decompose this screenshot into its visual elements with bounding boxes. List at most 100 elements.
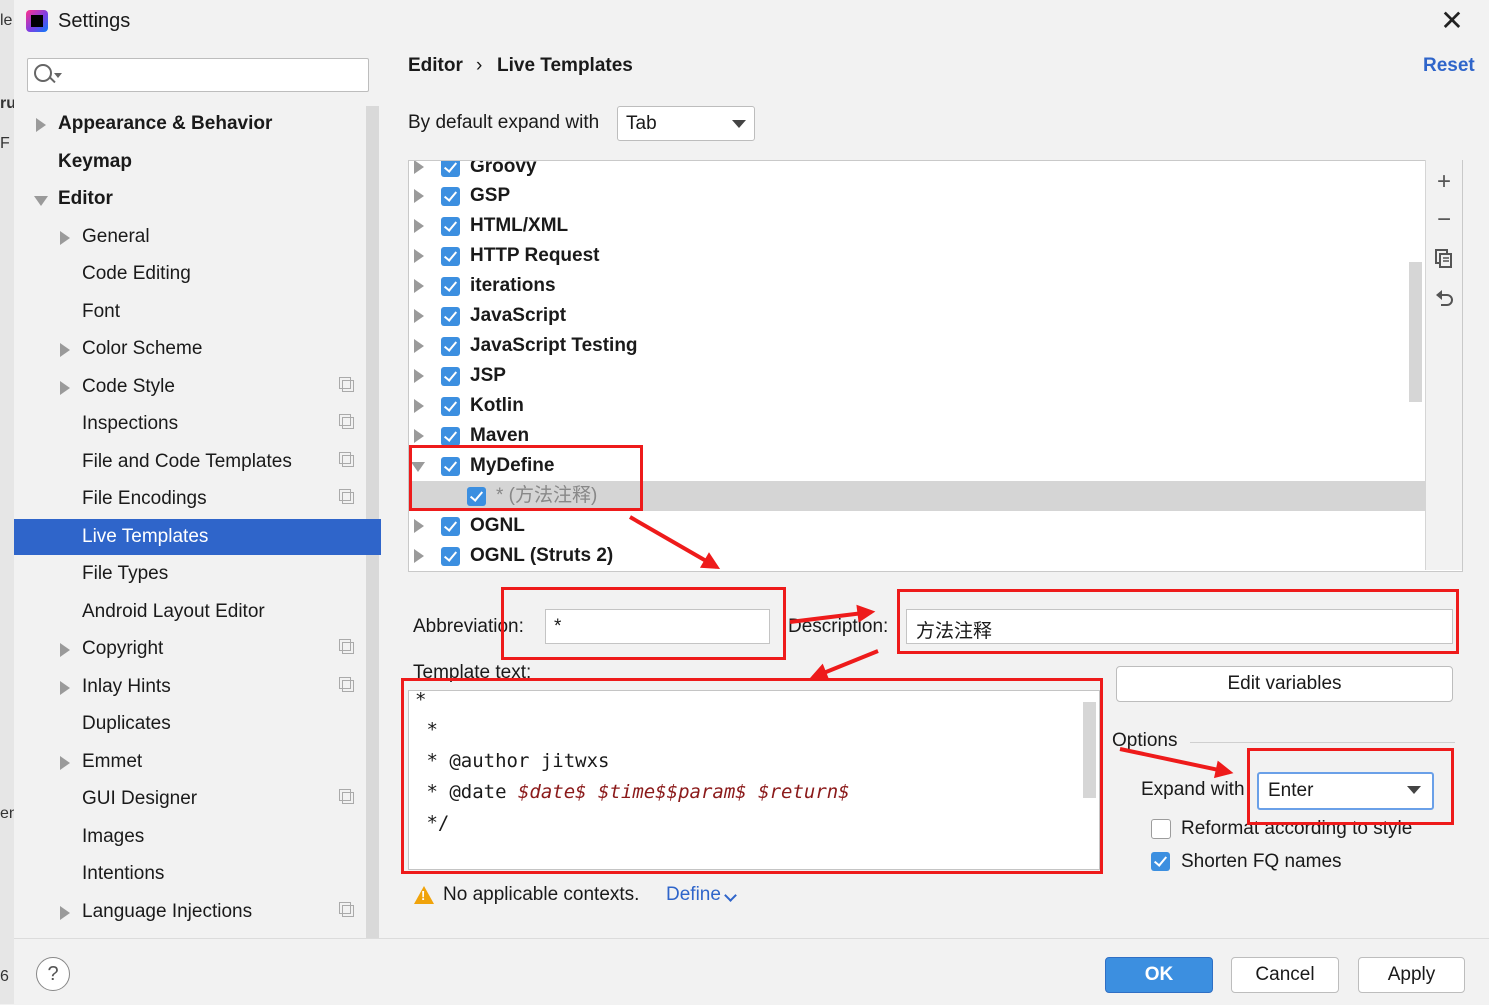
reformat-checkbox[interactable]	[1151, 819, 1171, 839]
template-group-javascript-testing[interactable]: JavaScript Testing	[409, 331, 1425, 361]
search-icon	[34, 64, 52, 82]
breadcrumb-live-templates: Live Templates	[497, 55, 633, 76]
restore-icon[interactable]	[1433, 288, 1455, 310]
sidebar-item-android-layout-editor[interactable]: Android Layout Editor	[14, 594, 366, 630]
sidebar-item-label: Code Editing	[82, 263, 191, 284]
group-checkbox[interactable]	[441, 217, 460, 236]
group-checkbox[interactable]	[441, 277, 460, 296]
default-expand-value: Tab	[626, 113, 657, 134]
sidebar-item-label: Live Templates	[82, 526, 209, 547]
plus-icon[interactable]: +	[1433, 170, 1455, 194]
group-name: JavaScript	[470, 305, 567, 326]
title-bar	[14, 0, 1489, 44]
chevron-right-icon	[414, 369, 424, 383]
sidebar-item-label: File and Code Templates	[82, 451, 292, 472]
template-group-kotlin[interactable]: Kotlin	[409, 391, 1425, 421]
apply-button[interactable]: Apply	[1358, 957, 1465, 993]
sidebar-item-code-style[interactable]: Code Style	[14, 369, 366, 405]
sidebar-item-code-editing[interactable]: Code Editing	[14, 256, 366, 292]
group-checkbox[interactable]	[441, 397, 460, 416]
group-checkbox[interactable]	[441, 427, 460, 446]
chevron-right-icon	[60, 906, 70, 920]
sidebar-item-inspections[interactable]: Inspections	[14, 406, 366, 442]
chevron-right-icon	[414, 399, 424, 413]
chevron-right-icon	[36, 118, 46, 132]
sidebar-item-images[interactable]: Images	[14, 819, 366, 855]
ok-button[interactable]: OK	[1105, 957, 1213, 993]
group-checkbox[interactable]	[441, 337, 460, 356]
sidebar-item-copyright[interactable]: Copyright	[14, 631, 366, 667]
chevron-right-icon	[414, 219, 424, 233]
sidebar-item-file-encodings[interactable]: File Encodings	[14, 481, 366, 517]
default-expand-select[interactable]: Tab	[617, 106, 755, 141]
define-context-link[interactable]: Define	[666, 884, 721, 906]
tree-scrollbar[interactable]	[1409, 262, 1422, 402]
sidebar-item-general[interactable]: General	[14, 219, 366, 255]
reset-link[interactable]: Reset	[1423, 55, 1475, 77]
project-settings-icon	[339, 377, 354, 392]
chevron-right-icon	[414, 189, 424, 203]
chevron-down-icon	[54, 73, 62, 78]
sidebar-item-label: General	[82, 226, 150, 247]
warning-icon	[414, 886, 434, 904]
app-icon	[26, 10, 48, 32]
template-group-javascript[interactable]: JavaScript	[409, 301, 1425, 331]
project-settings-icon	[339, 414, 354, 429]
template-group-ognl[interactable]: OGNL	[409, 511, 1425, 541]
chevron-right-icon	[414, 339, 424, 353]
annotation-box-mydefine	[409, 445, 643, 511]
chevron-right-icon	[414, 429, 424, 443]
search-input[interactable]	[27, 58, 369, 92]
sidebar-item-font[interactable]: Font	[14, 294, 366, 330]
group-checkbox[interactable]	[441, 187, 460, 206]
group-checkbox[interactable]	[441, 247, 460, 266]
template-group-groovy[interactable]: Groovy	[409, 161, 1425, 182]
sidebar-item-file-code-templates[interactable]: File and Code Templates	[14, 444, 366, 480]
sidebar-item-label: Appearance & Behavior	[58, 113, 273, 134]
sidebar-item-editor[interactable]: Editor	[14, 181, 366, 217]
sidebar-item-label: Keymap	[58, 151, 132, 172]
group-name: iterations	[470, 275, 556, 296]
template-group-iterations[interactable]: iterations	[409, 271, 1425, 301]
chevron-down-icon	[34, 196, 48, 206]
group-checkbox[interactable]	[441, 547, 460, 566]
sidebar-item-keymap[interactable]: Keymap	[14, 144, 366, 180]
group-checkbox[interactable]	[441, 517, 460, 536]
group-name: Kotlin	[470, 395, 524, 416]
sidebar-item-emmet[interactable]: Emmet	[14, 744, 366, 780]
sidebar-item-file-types[interactable]: File Types	[14, 556, 366, 592]
cancel-button[interactable]: Cancel	[1231, 957, 1339, 993]
background-window-edge: le ru F en 6	[0, 0, 18, 1004]
minus-icon[interactable]: −	[1433, 208, 1455, 232]
template-group-html-xml[interactable]: HTML/XML	[409, 211, 1425, 241]
edit-variables-button[interactable]: Edit variables	[1116, 666, 1453, 702]
template-group-ognl-struts2[interactable]: OGNL (Struts 2)	[409, 541, 1425, 571]
group-checkbox[interactable]	[441, 367, 460, 386]
sidebar-item-intentions[interactable]: Intentions	[14, 856, 366, 892]
sidebar-item-label: File Encodings	[82, 488, 207, 509]
close-icon[interactable]: ✕	[1438, 6, 1466, 36]
breadcrumb-editor[interactable]: Editor	[408, 55, 463, 77]
sidebar-item-label: Font	[82, 301, 121, 322]
sidebar-item-language-injections[interactable]: Language Injections	[14, 894, 366, 930]
shorten-fq-checkbox[interactable]	[1151, 852, 1170, 871]
chevron-down-icon[interactable]	[724, 889, 737, 902]
template-group-http-request[interactable]: HTTP Request	[409, 241, 1425, 271]
sidebar-item-appearance-behavior[interactable]: Appearance & Behavior	[14, 106, 366, 142]
options-divider	[1190, 742, 1455, 743]
sidebar-item-duplicates[interactable]: Duplicates	[14, 706, 366, 742]
chevron-right-icon	[414, 309, 424, 323]
template-group-jsp[interactable]: JSP	[409, 361, 1425, 391]
sidebar-item-live-templates[interactable]: Live Templates	[14, 519, 381, 555]
sidebar-item-gui-designer[interactable]: GUI Designer	[14, 781, 366, 817]
group-checkbox[interactable]	[441, 161, 460, 177]
help-icon[interactable]: ?	[36, 957, 70, 991]
shorten-fq-label[interactable]: Shorten FQ names	[1181, 851, 1342, 873]
template-group-gsp[interactable]: GSP	[409, 181, 1425, 211]
group-name: GSP	[470, 185, 511, 206]
copy-icon[interactable]	[1433, 248, 1455, 270]
sidebar-item-color-scheme[interactable]: Color Scheme	[14, 331, 366, 367]
chevron-right-icon	[60, 231, 70, 245]
group-checkbox[interactable]	[441, 307, 460, 326]
sidebar-item-inlay-hints[interactable]: Inlay Hints	[14, 669, 366, 705]
